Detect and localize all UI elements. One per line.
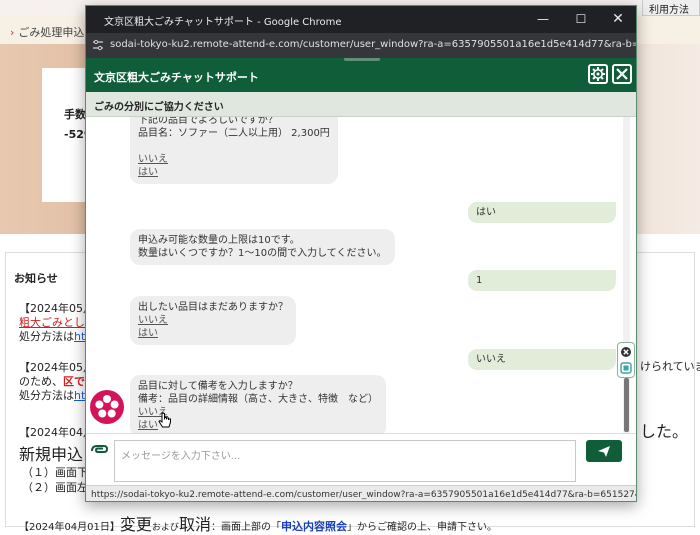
background-top-right-text: 利用方法 bbox=[649, 5, 689, 16]
message-text: 出したい品目はまだありますか？ bbox=[138, 302, 288, 313]
notice-title: お知らせ bbox=[14, 272, 58, 285]
chat-header-title: 文京区粗大ごみチャットサポート bbox=[94, 71, 259, 84]
notice-line: 処分方法はhtt bbox=[19, 330, 90, 343]
notice-heading: 新規申込 bbox=[19, 445, 84, 464]
message-text: いいえ bbox=[476, 354, 506, 365]
window-title: 文京区粗大ごみチャットサポート - Google Chrome bbox=[104, 17, 342, 28]
breadcrumb-chevron-icon: › bbox=[10, 26, 15, 39]
send-button[interactable] bbox=[586, 440, 622, 462]
chat-subheader: ごみの分別にご協力ください bbox=[86, 92, 636, 117]
drag-handle[interactable] bbox=[344, 58, 380, 61]
chat-subheader-text: ごみの分別にご協力ください bbox=[94, 102, 224, 113]
message-text: はい bbox=[476, 207, 496, 218]
message-text: 品目名：ソファー（二人以上用） 2,300円 bbox=[138, 128, 330, 139]
notice-line: 処分方法はhtt bbox=[19, 389, 90, 402]
bot-message: 下記の品目でよろしいですか？ 品目名：ソファー（二人以上用） 2,300円 いい… bbox=[130, 117, 338, 184]
close-window-button[interactable]: ✕ bbox=[599, 6, 636, 33]
option-yes-link[interactable]: はい bbox=[138, 419, 378, 432]
address-bar[interactable]: sodai-tokyo-ku2.remote-attend-e.com/cust… bbox=[86, 33, 636, 58]
user-message: はい bbox=[468, 202, 616, 223]
user-message: 1 bbox=[468, 270, 616, 291]
option-no-link[interactable]: いいえ bbox=[138, 153, 330, 166]
bot-message: 申込み可能な数量の上限は10です。 数量はいくつですか？1～10の間で入力してく… bbox=[130, 229, 395, 265]
user-message: いいえ bbox=[468, 349, 616, 370]
gear-icon bbox=[591, 67, 605, 81]
message-spacer bbox=[138, 140, 330, 153]
attachment-icon[interactable] bbox=[90, 442, 110, 456]
status-bar-url: https://sodai-tokyo-ku2.remote-attend-e.… bbox=[86, 485, 636, 501]
background-top-right-tab[interactable]: 利用方法 bbox=[642, 0, 700, 16]
minimize-button[interactable]: — bbox=[524, 6, 562, 33]
message-input-row: メッセージを入力下さい... bbox=[86, 433, 636, 486]
option-no-link[interactable]: いいえ bbox=[138, 314, 288, 327]
site-settings-icon[interactable] bbox=[92, 39, 104, 51]
window-titlebar[interactable]: 文京区粗大ごみチャットサポート - Google Chrome — ☐ ✕ bbox=[86, 6, 636, 33]
message-text: 申込み可能な数量の上限は10です。 bbox=[138, 235, 300, 246]
chat-scrollbar-thumb[interactable] bbox=[624, 378, 629, 432]
fee-card-label: 手数 bbox=[64, 108, 86, 121]
side-widget[interactable] bbox=[617, 342, 635, 378]
close-circle-icon[interactable] bbox=[618, 344, 634, 360]
flower-logo-icon bbox=[95, 395, 119, 418]
hand-pointer-cursor-icon bbox=[158, 412, 171, 428]
breadcrumb-label[interactable]: ごみ処理申込 bbox=[18, 26, 84, 39]
chat-message-list[interactable]: 下記の品目でよろしいですか？ 品目名：ソファー（二人以上用） 2,300円 いい… bbox=[86, 117, 626, 433]
message-text: 数量はいくつですか？1～10の間で入力してください。 bbox=[138, 248, 387, 259]
message-text: 下記の品目でよろしいですか？ bbox=[138, 117, 278, 126]
close-chat-button[interactable] bbox=[612, 64, 632, 84]
option-yes-link[interactable]: はい bbox=[138, 327, 288, 340]
settings-button[interactable] bbox=[588, 64, 608, 84]
message-text: 品目に対して備考を入力しますか？ bbox=[138, 381, 298, 392]
notice-line-tail: けられていま bbox=[640, 360, 700, 373]
chat-header: 文京区粗大ごみチャットサポート bbox=[86, 58, 636, 92]
notice-footer: 【2024年04月01日】変更および取消：画面上部の「申込内容照会」からご確認の… bbox=[19, 515, 497, 534]
notice-line: （１）画面下 bbox=[22, 466, 88, 479]
message-text: 1 bbox=[476, 275, 483, 286]
message-text: 備考：品目の詳細情報（高さ、大きさ、特徴 など） bbox=[138, 394, 378, 405]
chat-widget-icon[interactable] bbox=[618, 360, 634, 376]
chat-popup-window: 文京区粗大ごみチャットサポート - Google Chrome — ☐ ✕ so… bbox=[85, 5, 637, 502]
notice-line: （２）画面左 bbox=[22, 481, 88, 494]
close-icon bbox=[616, 68, 628, 80]
option-no-link[interactable]: いいえ bbox=[138, 406, 378, 419]
notice-line: 【2024年04月 bbox=[19, 426, 94, 439]
option-yes-link[interactable]: はい bbox=[138, 166, 330, 179]
address-url: sodai-tokyo-ku2.remote-attend-e.com/cust… bbox=[110, 39, 637, 50]
maximize-button[interactable]: ☐ bbox=[562, 6, 600, 33]
bot-message: 出したい品目はまだありますか？ いいえ はい bbox=[130, 296, 296, 345]
message-input[interactable]: メッセージを入力下さい... bbox=[114, 440, 576, 482]
send-icon bbox=[598, 446, 610, 457]
notice-line-tail: した。 bbox=[640, 422, 689, 441]
bot-avatar bbox=[90, 390, 124, 424]
message-input-placeholder: メッセージを入力下さい... bbox=[121, 451, 241, 462]
